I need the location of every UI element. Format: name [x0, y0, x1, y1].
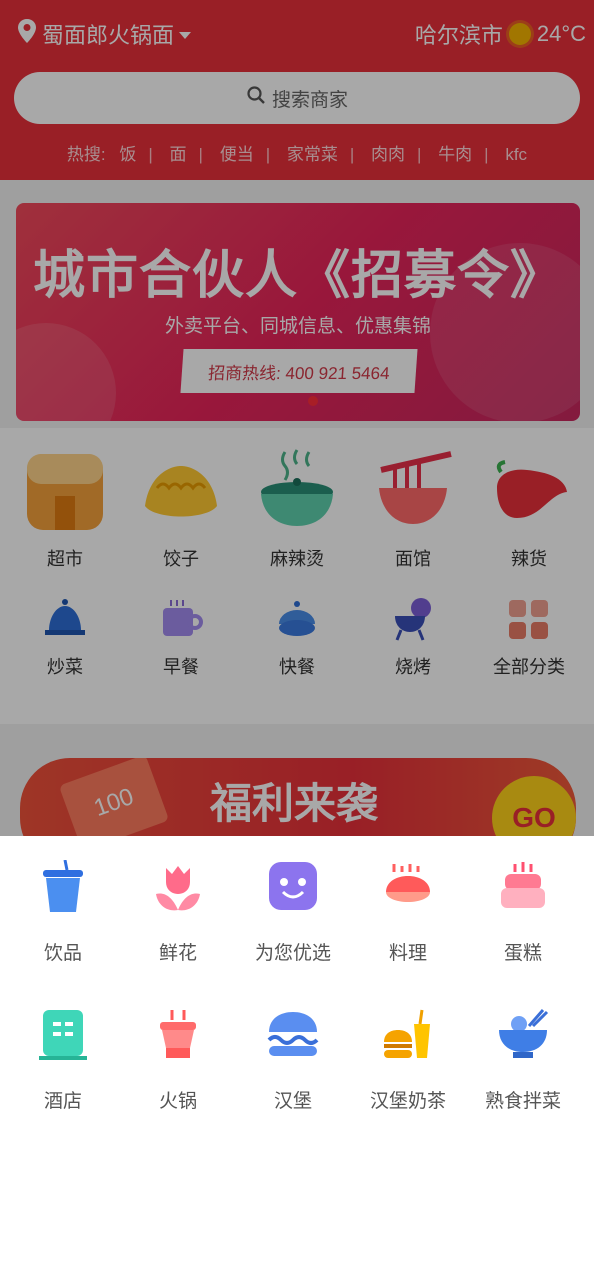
sheet-item-label: 料理	[388, 943, 427, 964]
drink-cup-icon	[4, 859, 122, 920]
bowl-chopsticks-icon	[464, 1008, 582, 1068]
hotpot-icon	[119, 1008, 237, 1068]
sheet-item-drinks[interactable]: 饮品	[4, 859, 122, 965]
sheet-item-label: 熟食拌菜	[484, 1091, 561, 1112]
cake-icon	[464, 860, 582, 920]
sheet-item-hotel[interactable]: 酒店	[4, 1008, 122, 1113]
sheet-item-label: 汉堡奶茶	[369, 1091, 446, 1112]
sheet-item-hotpot[interactable]: 火锅	[119, 1008, 237, 1113]
burger-icon	[234, 1008, 352, 1068]
sheet-item-label: 蛋糕	[503, 943, 542, 964]
sheet-item-label: 汉堡	[273, 1091, 312, 1112]
sheet-item-label: 火锅	[158, 1091, 197, 1112]
sheet-item-flowers[interactable]: 鲜花	[119, 860, 237, 965]
sheet-item-label: 酒店	[43, 1091, 82, 1112]
modal-overlay[interactable]	[0, 0, 594, 836]
sheet-item-burger[interactable]: 汉堡	[234, 1008, 352, 1113]
smiley-box-icon	[234, 860, 352, 920]
sushi-icon	[349, 860, 467, 920]
category-sheet: 饮品 鲜花 为您优选 料理 蛋糕 酒店 火锅 汉堡 汉堡奶茶 熟食拌菜	[0, 836, 594, 1280]
sheet-item-cake[interactable]: 蛋糕	[464, 860, 582, 965]
sheet-item-recommended[interactable]: 为您优选	[234, 860, 352, 965]
sheet-item-label: 饮品	[43, 943, 82, 964]
sheet-item-label: 为您优选	[254, 943, 331, 964]
burger-milktea-icon	[349, 1008, 467, 1068]
flower-icon	[119, 860, 237, 920]
sheet-item-burger-milktea[interactable]: 汉堡奶茶	[349, 1008, 467, 1113]
sheet-item-label: 鲜花	[158, 943, 197, 964]
hotel-building-icon	[4, 1008, 122, 1068]
sheet-item-deli[interactable]: 熟食拌菜	[464, 1008, 582, 1113]
sheet-item-cuisine[interactable]: 料理	[349, 860, 467, 965]
